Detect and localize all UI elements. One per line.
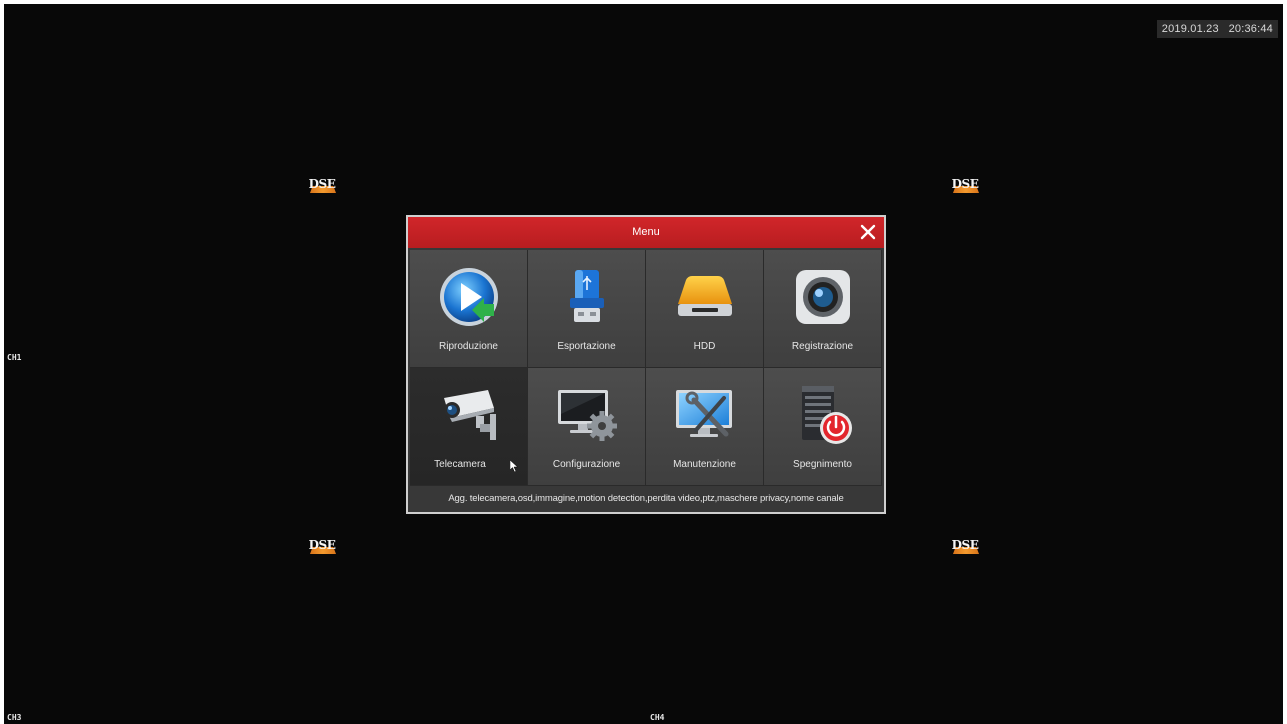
server-power-icon [802, 386, 852, 444]
menu-item-label: Riproduzione [439, 341, 498, 352]
menu-dialog: Menu Riproduzione Esportazione HDD Regis… [406, 215, 886, 514]
dvr-screen: 2019.01.23 20:36:44 DSE DSE DSE DSE CH1 … [4, 4, 1283, 724]
menu-item-label: Esportazione [557, 341, 616, 352]
channel-label-ch1: CH1 [7, 353, 22, 362]
hard-drive-icon [678, 276, 732, 316]
play-icon [440, 268, 498, 326]
dse-logo: DSE [947, 177, 983, 193]
dse-logo-text: DSE [951, 538, 979, 552]
dse-logo-text: DSE [308, 538, 336, 552]
menu-item-manutenzione[interactable]: Manutenzione [646, 368, 763, 485]
menu-item-description: Agg. telecamera,osd,immagine,motion dete… [448, 493, 844, 504]
usb-drive-icon [570, 270, 604, 322]
cctv-camera-icon [444, 390, 496, 440]
menu-item-label: Registrazione [791, 341, 854, 352]
menu-item-label: Spegnimento [793, 459, 852, 470]
menu-item-esportazione[interactable]: Esportazione [528, 250, 645, 367]
menu-item-hdd[interactable]: HDD [646, 250, 763, 367]
menu-item-telecamera[interactable]: Telecamera [410, 368, 527, 485]
dse-logo-text: DSE [951, 177, 979, 191]
dse-logo: DSE [947, 538, 983, 554]
menu-item-label: Configurazione [552, 459, 621, 470]
menu-item-registrazione[interactable]: Registrazione [764, 250, 881, 367]
menu-titlebar: Menu [408, 217, 884, 248]
record-camera-icon [796, 270, 850, 324]
menu-item-spegnimento[interactable]: Spegnimento [764, 368, 881, 485]
menu-item-label: Manutenzione [673, 459, 736, 470]
monitor-tools-icon [676, 390, 732, 437]
menu-item-riproduzione[interactable]: Riproduzione [410, 250, 527, 367]
close-icon[interactable] [858, 222, 878, 242]
dse-logo: DSE [304, 177, 340, 193]
menu-item-configurazione[interactable]: Configurazione [528, 368, 645, 485]
channel-label-ch4: CH4 [650, 713, 665, 722]
menu-grid: Riproduzione Esportazione HDD Registrazi… [410, 250, 882, 486]
menu-item-label: HDD [693, 341, 716, 352]
dse-logo: DSE [304, 538, 340, 554]
dse-logo-text: DSE [308, 177, 336, 191]
monitor-gear-icon [558, 390, 617, 441]
menu-item-label: Telecamera [434, 459, 486, 470]
menu-title: Menu [632, 226, 660, 238]
mouse-cursor-icon [510, 460, 518, 472]
datetime-display: 2019.01.23 20:36:44 [1156, 20, 1278, 38]
channel-label-ch3: CH3 [7, 713, 22, 722]
